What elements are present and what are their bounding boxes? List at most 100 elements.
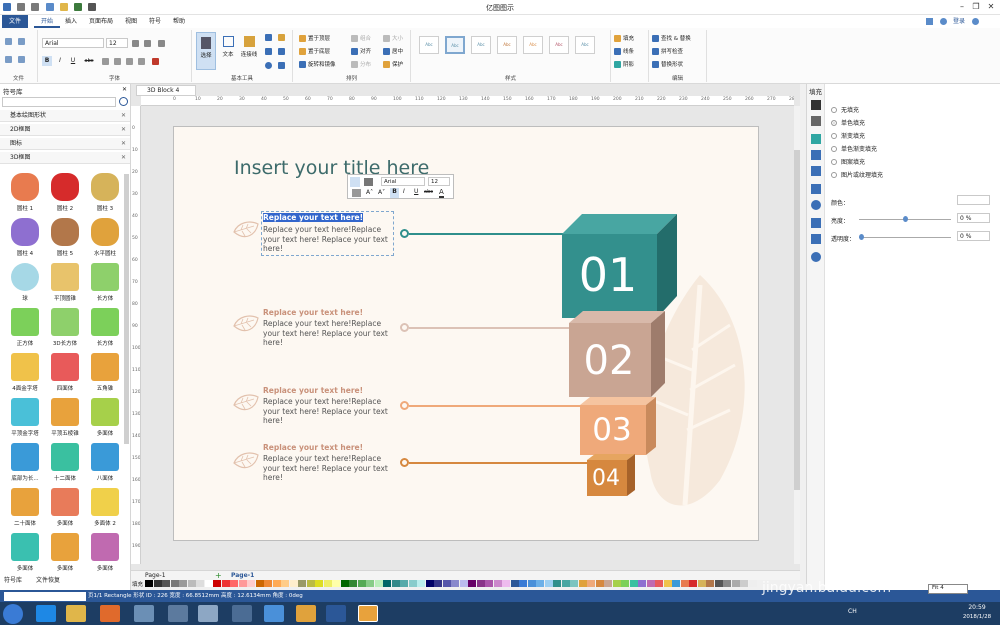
library-shape[interactable]: 长方体: [84, 303, 126, 349]
close-button[interactable]: ✕: [984, 1, 998, 13]
brightness-input[interactable]: 0 %: [957, 213, 990, 223]
restore-button[interactable]: ❐: [969, 1, 983, 13]
menu-symbol[interactable]: 符号: [144, 15, 166, 28]
login-link[interactable]: 登录: [950, 15, 968, 28]
align-center-icon[interactable]: [114, 58, 121, 65]
fill-option-single-gradient[interactable]: 单色渐变填充: [831, 143, 883, 156]
help-icon[interactable]: [811, 252, 821, 262]
row-4-body[interactable]: Replace your text here!Replace your text…: [263, 454, 388, 483]
palette-swatch[interactable]: [612, 580, 621, 587]
rectangle-icon[interactable]: [265, 48, 272, 55]
library-basic-shapes[interactable]: 基本绘图形状 ✕: [0, 110, 130, 122]
font-family-select[interactable]: Arial: [42, 38, 104, 48]
style-sample-7[interactable]: Abc: [575, 36, 595, 54]
palette-swatch[interactable]: [714, 580, 723, 587]
color-picker[interactable]: [957, 195, 990, 205]
close-icon[interactable]: ✕: [121, 124, 126, 136]
library-shape[interactable]: 4面金字塔: [4, 348, 46, 394]
mini-shrink-font-icon[interactable]: A˅: [378, 189, 385, 196]
library-shape[interactable]: 水平圆柱: [84, 213, 126, 259]
palette-swatch[interactable]: [221, 580, 230, 587]
replace-shape-button[interactable]: 替换形状: [652, 60, 683, 68]
palette-swatch[interactable]: [748, 580, 757, 587]
align-left-icon[interactable]: [102, 58, 109, 65]
mini-connector-icon[interactable]: [352, 189, 361, 197]
bullets-icon[interactable]: [126, 58, 133, 65]
palette-swatch[interactable]: [629, 580, 638, 587]
palette-swatch[interactable]: [400, 580, 408, 587]
size-button[interactable]: 大小: [383, 34, 403, 42]
increase-font-icon[interactable]: [132, 40, 139, 47]
fill-button[interactable]: 填充: [614, 34, 634, 42]
ime-indicator[interactable]: CH: [848, 608, 857, 615]
minimize-button[interactable]: –: [955, 1, 969, 13]
italic-button[interactable]: I: [55, 56, 65, 66]
strikethrough-button[interactable]: abc: [81, 56, 97, 66]
palette-swatch[interactable]: [663, 580, 672, 587]
group-button[interactable]: 组合: [351, 34, 371, 42]
row-3-heading[interactable]: Replace your text here!: [263, 386, 363, 395]
fill-style-icon[interactable]: [364, 178, 373, 186]
explorer-icon[interactable]: [66, 605, 86, 622]
share-icon[interactable]: [940, 18, 947, 25]
text-case-icon[interactable]: [158, 40, 165, 47]
palette-swatch[interactable]: [281, 580, 289, 587]
search-app-icon[interactable]: [296, 605, 316, 622]
mini-size-select[interactable]: 12: [428, 177, 450, 186]
palette-swatch[interactable]: [340, 580, 349, 587]
brightness-slider-thumb[interactable]: [903, 216, 908, 222]
row-4-heading[interactable]: Replace your text here!: [263, 443, 363, 452]
clock-date[interactable]: 2018/1/28: [956, 614, 998, 620]
palette-swatch[interactable]: [442, 580, 451, 587]
menu-page-layout[interactable]: 页面布局: [84, 15, 118, 28]
palette-swatch[interactable]: [366, 580, 374, 587]
indent-icon[interactable]: [138, 58, 145, 65]
library-scrollbar[interactable]: [124, 174, 129, 444]
palette-swatch[interactable]: [323, 580, 332, 587]
library-shape[interactable]: 圆柱 5: [44, 213, 86, 259]
palette-swatch[interactable]: [213, 580, 221, 587]
transparency-slider[interactable]: [859, 237, 951, 238]
spell-check-button[interactable]: 拼写检查: [652, 47, 683, 55]
new-file-icon[interactable]: [45, 3, 54, 11]
palette-swatch[interactable]: [145, 580, 153, 587]
rotate-mirror[interactable]: 旋转和镜像: [299, 60, 336, 68]
polyline-icon[interactable]: [278, 48, 285, 55]
palette-swatch[interactable]: [459, 580, 468, 587]
print-icon[interactable]: [88, 3, 97, 11]
library-shape[interactable]: 底部为长...: [4, 438, 46, 484]
palette-swatch[interactable]: [383, 580, 391, 587]
menu-file[interactable]: 文件: [2, 15, 28, 28]
transparency-slider-thumb[interactable]: [859, 234, 864, 240]
bold-button[interactable]: B: [42, 56, 52, 66]
transparency-input[interactable]: 0 %: [957, 231, 990, 241]
font-color-icon[interactable]: [152, 58, 159, 65]
connector-tool[interactable]: 连接线: [238, 32, 260, 70]
image-tool-icon[interactable]: [811, 150, 821, 160]
center-button[interactable]: 居中: [383, 47, 403, 55]
underline-button[interactable]: U: [68, 56, 78, 66]
save-icon[interactable]: [74, 3, 83, 11]
menu-insert[interactable]: 插入: [60, 15, 82, 28]
start-button[interactable]: [3, 604, 23, 624]
style-sample-6[interactable]: Abc: [549, 36, 569, 54]
fill-option-pattern[interactable]: 图案填充: [831, 156, 883, 169]
style-sample-2[interactable]: Abc: [445, 36, 465, 54]
style-sample-1[interactable]: Abc: [419, 36, 439, 54]
palette-swatch[interactable]: [689, 580, 697, 587]
library-shape[interactable]: 五角锥: [84, 348, 126, 394]
palette-swatch[interactable]: [289, 580, 298, 587]
palette-swatch[interactable]: [502, 580, 510, 587]
palette-swatch[interactable]: [655, 580, 663, 587]
menu-help[interactable]: 帮助: [168, 15, 190, 28]
palette-swatch[interactable]: [697, 580, 706, 587]
palette-swatch[interactable]: [434, 580, 442, 587]
send-to-back[interactable]: 置于底层: [299, 47, 330, 55]
protect-button[interactable]: 保护: [383, 60, 403, 68]
menu-view[interactable]: 视图: [120, 15, 142, 28]
palette-swatch[interactable]: [247, 580, 255, 587]
row-2-heading[interactable]: Replace your text here!: [263, 308, 363, 317]
library-shape[interactable]: 圆柱 4: [4, 213, 46, 259]
library-shape[interactable]: 多面体 2: [84, 483, 126, 529]
mini-font-color-icon[interactable]: A: [439, 188, 444, 198]
